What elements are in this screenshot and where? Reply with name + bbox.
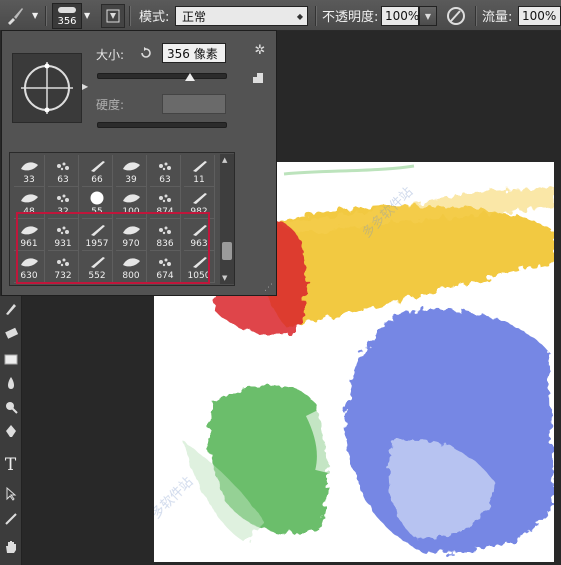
- opacity-dropdown-button[interactable]: ▼: [419, 6, 437, 26]
- brush-tip-icon: [58, 7, 76, 13]
- brush-preset-item[interactable]: 63: [150, 155, 181, 187]
- brush-size-label: 39: [125, 175, 137, 185]
- mode-select[interactable]: 正常 ◆: [175, 6, 308, 26]
- flow-label: 流量:: [482, 10, 513, 25]
- mode-value: 正常: [182, 9, 207, 24]
- brush-tip-thumbnail-icon: [155, 158, 176, 172]
- separator: [475, 6, 477, 26]
- gear-icon[interactable]: ✲: [251, 41, 269, 59]
- separator: [315, 6, 317, 26]
- brush-preset-item[interactable]: 39: [116, 155, 147, 187]
- size-label: 大小:: [96, 48, 125, 62]
- hand-icon[interactable]: [0, 536, 21, 558]
- brush-preset-item[interactable]: 11: [184, 155, 215, 187]
- highlight-box: [16, 212, 210, 284]
- brush-size-label: 11: [193, 175, 205, 185]
- resize-grip-icon[interactable]: ⋰: [264, 283, 273, 293]
- brush-size-label: 63: [57, 175, 69, 185]
- separator: [129, 6, 131, 26]
- dodge-icon[interactable]: [0, 396, 21, 418]
- new-preset-icon[interactable]: [251, 71, 265, 85]
- tablet-pressure-opacity-icon[interactable]: [444, 4, 468, 28]
- brush-angle-preview[interactable]: [12, 53, 82, 123]
- tool-preset-chevron-icon[interactable]: ▼: [32, 0, 38, 31]
- brush-tip-thumbnail-icon: [19, 190, 40, 204]
- blur-icon[interactable]: [0, 372, 21, 394]
- brush-tip-thumbnail-icon: [189, 190, 210, 204]
- brush-tip-thumbnail-icon: [155, 190, 176, 204]
- brush-panel-toggle-icon[interactable]: [101, 4, 125, 28]
- line-icon[interactable]: [0, 508, 21, 530]
- brush-tip-thumbnail-icon: [53, 158, 74, 172]
- brush-tip-thumbnail-icon: [121, 158, 142, 172]
- brush-tip-thumbnail-icon: [189, 158, 210, 172]
- angle-arrow-icon: ▶: [82, 82, 89, 91]
- brush-tip-thumbnail-icon: [19, 158, 40, 172]
- gradient-icon[interactable]: [0, 348, 21, 370]
- brush-preset-picker[interactable]: 356: [52, 3, 82, 29]
- brush-tip-thumbnail-icon: [87, 190, 108, 205]
- brush-size-label: 63: [159, 175, 171, 185]
- type-icon[interactable]: T: [0, 454, 21, 476]
- scrollbar-thumb[interactable]: [222, 242, 232, 260]
- size-input[interactable]: 356 像素: [162, 43, 226, 63]
- tools-panel: T: [0, 296, 22, 565]
- brush-size-readout: 356: [57, 16, 77, 27]
- size-slider-thumb[interactable]: [185, 73, 196, 81]
- hardness-input[interactable]: [162, 94, 226, 114]
- brush-grid-scrollbar[interactable]: ▲ ▼: [220, 154, 234, 284]
- options-bar: ▼ 356 ▼ 模式: 正常 ◆ 不透明度: 100% ▼ 流量: 100%: [0, 0, 561, 31]
- size-slider[interactable]: [97, 73, 227, 81]
- mode-label: 模式:: [139, 10, 170, 25]
- brush-tip-thumbnail-icon: [87, 158, 108, 172]
- path-select-icon[interactable]: [0, 483, 21, 505]
- pen-icon[interactable]: [0, 420, 21, 442]
- opacity-input[interactable]: 100%: [381, 6, 419, 26]
- brush-size-label: 66: [91, 175, 103, 185]
- flow-input[interactable]: 100%: [518, 6, 561, 26]
- brush-size-label: 33: [23, 175, 35, 185]
- reset-size-icon[interactable]: [138, 45, 154, 61]
- brush-preset-item[interactable]: 66: [82, 155, 113, 187]
- hardness-slider[interactable]: [97, 122, 227, 128]
- brush-tip-thumbnail-icon: [121, 190, 142, 204]
- hardness-label: 硬度:: [96, 98, 125, 112]
- brush-preset-chevron-icon[interactable]: ▼: [84, 0, 90, 31]
- opacity-label: 不透明度:: [322, 10, 379, 25]
- brush-preset-item[interactable]: 33: [14, 155, 45, 187]
- brush-tool-icon[interactable]: [4, 5, 26, 27]
- spot-healing-icon[interactable]: [0, 298, 21, 320]
- mode-stepper-icon: ◆: [296, 11, 303, 21]
- brush-preset-item[interactable]: 63: [48, 155, 79, 187]
- brush-tip-thumbnail-icon: [53, 190, 74, 204]
- eraser-icon[interactable]: [0, 322, 21, 344]
- scroll-up-icon[interactable]: ▲: [222, 156, 227, 164]
- separator: [45, 6, 47, 26]
- scroll-down-icon[interactable]: ▼: [222, 274, 227, 282]
